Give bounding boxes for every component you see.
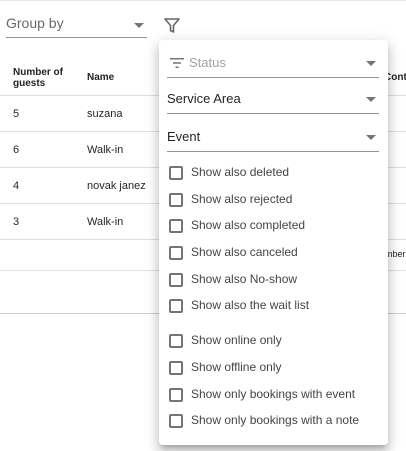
checkbox[interactable]: [169, 219, 183, 233]
guests-cell: 3: [13, 216, 20, 228]
option-label: Show offline only: [191, 360, 282, 374]
name-cell: Walk-in: [87, 144, 124, 156]
service-area-label: Service Area: [167, 91, 241, 106]
checkbox[interactable]: [169, 246, 183, 260]
top-divider: [0, 0, 406, 1]
filter-panel: Status Service Area Event Show also dele…: [159, 40, 388, 445]
chevron-down-icon: [366, 97, 376, 102]
option-label: Show online only: [191, 333, 282, 347]
checkbox[interactable]: [169, 334, 183, 348]
option-label: Show also the wait list: [191, 298, 310, 312]
option-label: Show also deleted: [191, 165, 290, 179]
chevron-down-icon: [366, 135, 376, 140]
option-label: Show only bookings with a note: [191, 413, 360, 427]
event-label: Event: [167, 129, 201, 144]
guests-cell: 4: [13, 180, 20, 192]
footer-trailing-text: mber: [385, 249, 406, 259]
option-label: Show also rejected: [191, 192, 293, 206]
name-cell: suzana: [87, 108, 123, 120]
checkbox[interactable]: [169, 388, 183, 402]
checkbox[interactable]: [169, 361, 183, 375]
column-header-guests[interactable]: Number of guests: [13, 67, 73, 89]
group-by-label: Group by: [6, 15, 64, 31]
filter-list-icon: [170, 58, 184, 68]
option-label: Show only bookings with event: [191, 387, 356, 401]
group-by-select[interactable]: Group by: [6, 8, 147, 38]
checkbox[interactable]: [169, 273, 183, 287]
checkbox[interactable]: [169, 193, 183, 207]
option-label: Show also completed: [191, 218, 306, 232]
option-label: Show also canceled: [191, 245, 298, 259]
guests-cell: 6: [13, 144, 20, 156]
chevron-down-icon: [366, 61, 376, 66]
service-area-select[interactable]: Service Area: [167, 84, 379, 114]
status-placeholder: Status: [189, 55, 226, 70]
name-cell: Walk-in: [87, 216, 124, 228]
event-select[interactable]: Event: [167, 122, 379, 152]
checkbox[interactable]: [169, 299, 183, 313]
checkbox[interactable]: [169, 414, 183, 428]
guests-cell: 5: [13, 108, 20, 120]
filter-icon[interactable]: [160, 14, 184, 38]
option-label: Show also No-show: [191, 272, 298, 286]
name-cell: novak janez: [87, 180, 146, 192]
status-select[interactable]: Status: [167, 48, 379, 78]
checkbox[interactable]: [169, 166, 183, 180]
chevron-down-icon: [134, 23, 144, 28]
column-header-name[interactable]: Name: [87, 72, 114, 83]
